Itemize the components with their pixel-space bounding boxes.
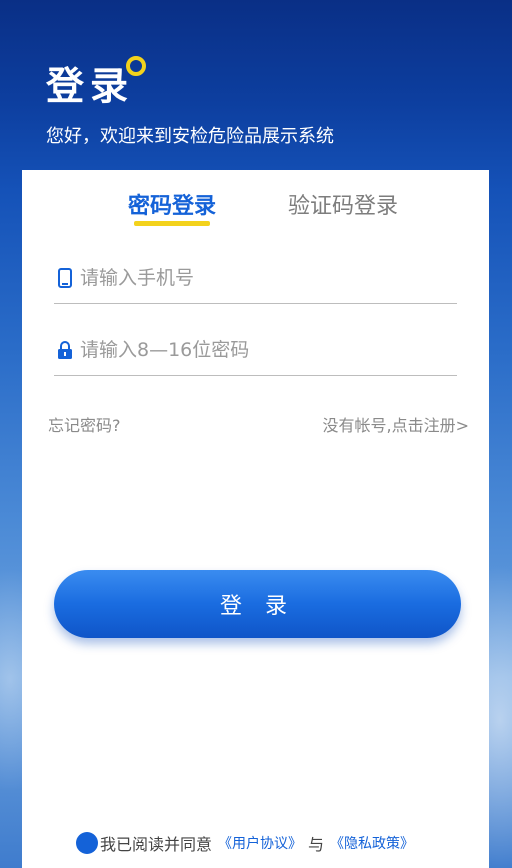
tab-active-indicator bbox=[134, 221, 211, 226]
register-link[interactable]: 没有帐号,点击注册> bbox=[323, 412, 470, 436]
title-wrap: 登录 bbox=[46, 56, 486, 114]
agreement-row: 我已阅读并同意 《用户协议》 与 《隐私政策》 bbox=[76, 830, 456, 856]
agreement-and: 与 bbox=[308, 835, 325, 854]
agreement-prefix: 我已阅读并同意 bbox=[100, 835, 213, 854]
password-input[interactable] bbox=[80, 338, 440, 361]
privacy-policy-link[interactable]: 《隐私政策》 bbox=[330, 833, 414, 853]
login-card: 密码登录 验证码登录 忘记密码? 没有帐号,点击注册> 登 录 bbox=[22, 170, 489, 868]
phone-icon bbox=[54, 266, 76, 290]
login-tabs: 密码登录 验证码登录 bbox=[22, 188, 489, 228]
phone-input[interactable] bbox=[80, 266, 440, 289]
login-button[interactable]: 登 录 bbox=[54, 570, 461, 638]
forgot-password-link[interactable]: 忘记密码? bbox=[48, 412, 121, 436]
decorative-ring-icon bbox=[126, 56, 146, 76]
page-title: 登录 bbox=[46, 64, 135, 108]
auth-links: 忘记密码? 没有帐号,点击注册> bbox=[48, 412, 469, 436]
phone-field bbox=[54, 252, 457, 304]
tab-code-login[interactable]: 验证码登录 bbox=[288, 188, 398, 220]
tab-password-login[interactable]: 密码登录 bbox=[128, 188, 217, 226]
agree-checkbox[interactable] bbox=[76, 832, 98, 854]
user-agreement-link[interactable]: 《用户协议》 bbox=[218, 833, 302, 853]
password-field bbox=[54, 324, 457, 376]
welcome-subtitle: 您好，欢迎来到安检危险品展示系统 bbox=[46, 126, 334, 147]
tab-code-login-label: 验证码登录 bbox=[288, 194, 399, 219]
tab-password-login-label: 密码登录 bbox=[128, 194, 217, 219]
header: 登录 您好，欢迎来到安检危险品展示系统 bbox=[46, 56, 486, 148]
lock-icon bbox=[54, 338, 76, 362]
